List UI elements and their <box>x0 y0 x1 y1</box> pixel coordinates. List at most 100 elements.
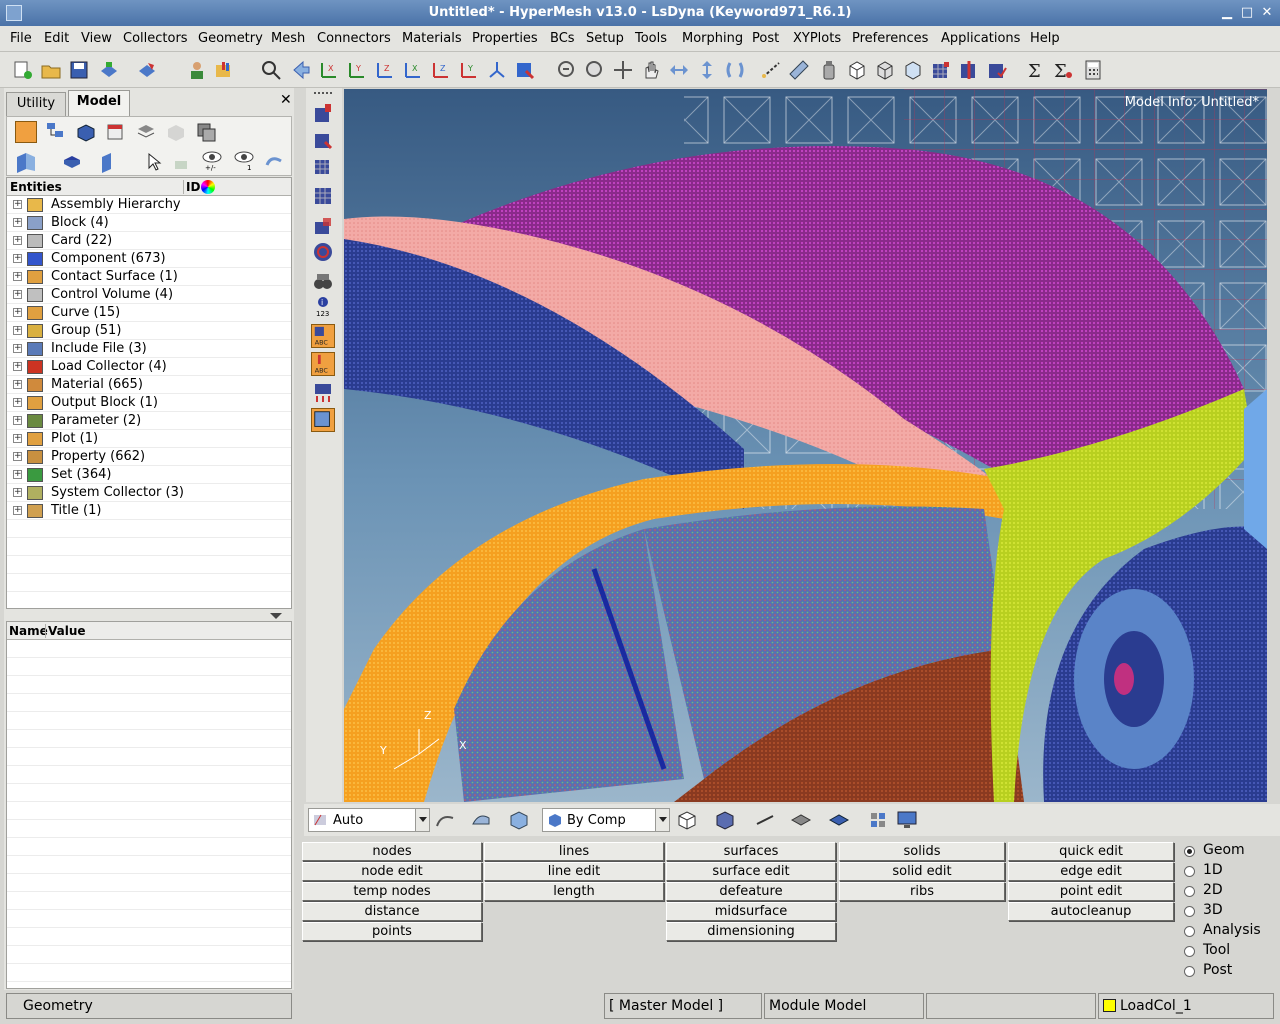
previous-view-icon[interactable] <box>290 59 312 81</box>
plane-display-icon[interactable] <box>790 810 812 830</box>
view-yx-icon[interactable]: Y <box>346 59 368 81</box>
surface-edit-button[interactable]: surface edit <box>666 862 836 881</box>
menu-properties[interactable]: Properties <box>472 31 538 46</box>
distance-button[interactable]: distance <box>302 902 482 921</box>
view-xy-icon[interactable]: X <box>318 59 340 81</box>
dimensioning-button[interactable]: dimensioning <box>666 922 836 941</box>
solid-edit-button[interactable]: solid edit <box>839 862 1005 881</box>
menu-morphing[interactable]: Morphing <box>682 31 743 46</box>
current-load-collector[interactable]: LoadCol_1 <box>1098 993 1274 1019</box>
entity-row[interactable]: + Control Volume (4) <box>7 286 291 304</box>
surface-display-icon[interactable] <box>434 810 456 830</box>
component-view-icon[interactable] <box>15 121 37 143</box>
midsurface-button[interactable]: midsurface <box>666 902 836 921</box>
wireframe-box-icon[interactable] <box>874 59 896 81</box>
wireframe-mode-icon[interactable] <box>676 810 698 830</box>
reverse-mask-icon[interactable] <box>311 154 335 178</box>
module-model-field[interactable]: Module Model <box>764 993 924 1019</box>
summation-plus-icon[interactable]: Σ <box>1052 59 1074 82</box>
maximize-button[interactable]: □ <box>1238 4 1256 22</box>
layers-icon[interactable] <box>195 121 217 143</box>
menu-setup[interactable]: Setup <box>586 31 624 46</box>
pan-icon[interactable] <box>640 59 662 81</box>
menu-applications[interactable]: Applications <box>941 31 1020 46</box>
zoom-area-icon[interactable] <box>260 59 282 81</box>
check-elements-icon[interactable] <box>986 59 1008 81</box>
selection-mode-dropdown[interactable]: Auto <box>308 808 430 832</box>
entity-row[interactable]: + Include File (3) <box>7 340 291 358</box>
transparent-box-icon[interactable] <box>902 59 924 81</box>
eye-toggle-icon[interactable]: +/- <box>201 149 223 172</box>
entity-row[interactable]: + Title (1) <box>7 502 291 520</box>
radio-3d[interactable] <box>1184 906 1195 917</box>
menu-edit[interactable]: Edit <box>44 31 69 46</box>
menu-file[interactable]: File <box>10 31 32 46</box>
expand-icon[interactable]: + <box>13 380 22 389</box>
unmask-icon[interactable] <box>311 128 335 152</box>
color-mode-dropdown-arrow[interactable] <box>655 809 669 831</box>
entity-row[interactable]: + Plot (1) <box>7 430 291 448</box>
menu-tools[interactable]: Tools <box>635 31 667 46</box>
label-loads-icon[interactable]: ABC <box>311 352 335 376</box>
ruler-icon[interactable] <box>788 59 810 81</box>
zoom-in-icon[interactable] <box>556 59 578 81</box>
clipping-icon[interactable] <box>311 240 335 264</box>
nodes-button[interactable]: nodes <box>302 842 482 861</box>
node-edit-button[interactable]: node edit <box>302 862 482 881</box>
expand-icon[interactable]: + <box>13 254 22 263</box>
radio-analysis[interactable] <box>1184 926 1195 937</box>
tab-model[interactable]: Model <box>68 90 130 116</box>
entity-row[interactable]: + Block (4) <box>7 214 291 232</box>
view-icon[interactable] <box>15 151 37 173</box>
expand-icon[interactable]: + <box>13 236 22 245</box>
entities-column-header[interactable]: Entities <box>10 180 62 194</box>
transparency-icon[interactable] <box>311 214 335 238</box>
close-panel-icon[interactable]: ✕ <box>280 92 292 108</box>
view-yz-icon[interactable]: Z <box>430 59 452 81</box>
expand-icon[interactable]: + <box>13 470 22 479</box>
menu-post[interactable]: Post <box>752 31 779 46</box>
vertical-arrows-icon[interactable] <box>696 59 718 81</box>
menu-geometry[interactable]: Geometry <box>198 31 263 46</box>
components-grid-icon[interactable] <box>868 810 890 830</box>
entity-row[interactable]: + Output Block (1) <box>7 394 291 412</box>
menu-xyplots[interactable]: XYPlots <box>793 31 841 46</box>
stack-view-icon[interactable] <box>135 121 157 143</box>
collapse-arrow-icon[interactable] <box>270 613 282 619</box>
solids-button[interactable]: solids <box>839 842 1005 861</box>
entity-row[interactable]: + Load Collector (4) <box>7 358 291 376</box>
display-loads-icon[interactable] <box>311 380 335 404</box>
expand-icon[interactable]: + <box>13 218 22 227</box>
menu-mesh[interactable]: Mesh <box>271 31 305 46</box>
menu-preferences[interactable]: Preferences <box>852 31 928 46</box>
expand-icon[interactable]: + <box>13 506 22 515</box>
label-elements-icon[interactable]: ABC <box>311 324 335 348</box>
entity-row[interactable]: + Contact Surface (1) <box>7 268 291 286</box>
entity-row[interactable]: + Component (673) <box>7 250 291 268</box>
expand-icon[interactable]: + <box>13 452 22 461</box>
points-button[interactable]: points <box>302 922 482 941</box>
horizontal-arrows-icon[interactable] <box>668 59 690 81</box>
quick-edit-button[interactable]: quick edit <box>1008 842 1174 861</box>
expand-icon[interactable]: + <box>13 488 22 497</box>
expand-icon[interactable]: + <box>13 308 22 317</box>
shell-display-icon[interactable] <box>470 810 492 830</box>
mesh-display-icon[interactable] <box>930 59 952 81</box>
rotate-icon[interactable] <box>612 59 634 81</box>
spin-icon[interactable] <box>724 59 746 81</box>
color-mode-dropdown[interactable]: By Comp <box>542 808 670 832</box>
calendar-view-icon[interactable] <box>105 121 127 143</box>
close-button[interactable]: ✕ <box>1258 4 1276 22</box>
save-model-icon[interactable] <box>68 59 90 81</box>
menu-materials[interactable]: Materials <box>402 31 462 46</box>
temp-nodes-button[interactable]: temp nodes <box>302 882 482 901</box>
panel-splitter[interactable] <box>6 611 292 621</box>
solid-display-icon[interactable] <box>508 810 530 830</box>
pointer-icon[interactable] <box>143 151 165 173</box>
surfaces-button[interactable]: surfaces <box>666 842 836 861</box>
length-button[interactable]: length <box>484 882 664 901</box>
mask-all-icon[interactable] <box>311 184 335 208</box>
summation-icon[interactable]: Σ <box>1024 59 1046 82</box>
expand-icon[interactable]: + <box>13 434 22 443</box>
tab-utility[interactable]: Utility <box>6 92 66 116</box>
